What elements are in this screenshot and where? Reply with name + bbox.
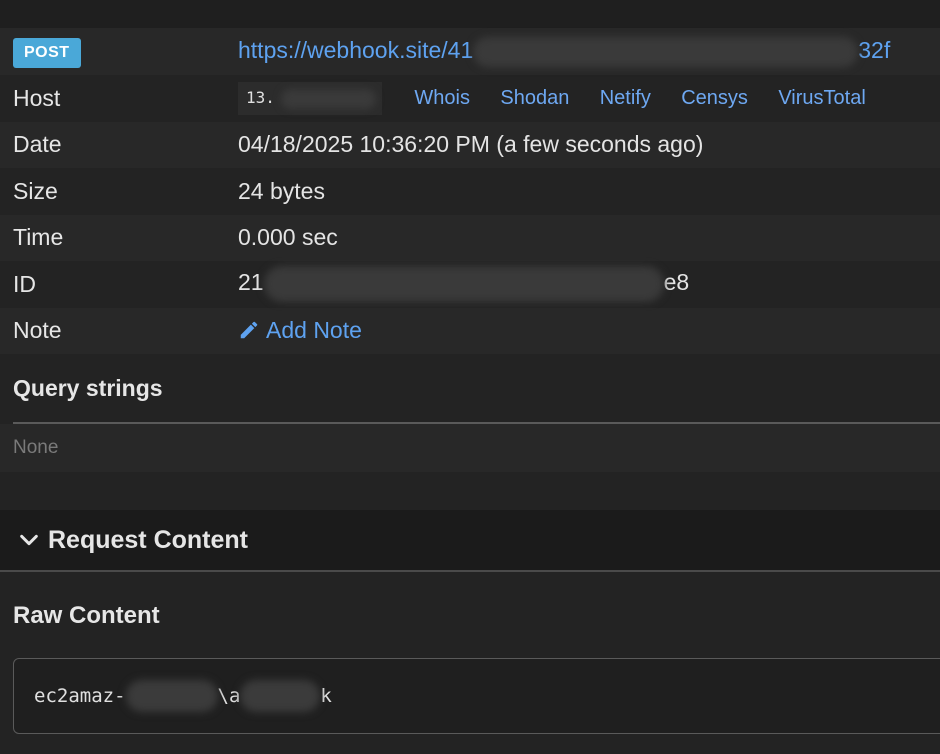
- url-start: https://webhook.site/41: [238, 36, 474, 63]
- raw-part-2: \a: [217, 685, 241, 707]
- host-address: 13.: [238, 82, 382, 115]
- raw-part-3: k: [320, 685, 332, 707]
- date-label: Date: [13, 131, 62, 158]
- method-badge: POST: [13, 37, 81, 68]
- netify-link[interactable]: Netify: [600, 87, 651, 109]
- shodan-link[interactable]: Shodan: [500, 87, 569, 109]
- size-value: 24 bytes: [238, 177, 325, 204]
- request-url-link[interactable]: https://webhook.site/41 32f: [238, 36, 891, 67]
- request-url-row: POST https://webhook.site/41 32f: [0, 28, 940, 75]
- raw-content-box[interactable]: ec2amaz- \a k: [13, 658, 940, 734]
- request-content-toggle[interactable]: Request Content: [0, 510, 940, 572]
- raw-content-heading: Raw Content: [13, 602, 160, 629]
- url-redacted: [473, 36, 859, 67]
- raw-redacted-1: [125, 680, 218, 712]
- query-strings-empty: None: [0, 424, 940, 472]
- size-row: Size 24 bytes: [0, 168, 940, 215]
- id-row: ID 21 e8: [0, 261, 940, 308]
- add-note-label: Add Note: [266, 317, 362, 344]
- top-padding: [0, 0, 940, 28]
- size-label: Size: [13, 177, 58, 204]
- pencil-icon: [240, 321, 258, 339]
- request-content-title: Request Content: [48, 525, 248, 554]
- id-end: e8: [663, 269, 690, 296]
- host-label: Host: [13, 84, 61, 111]
- raw-redacted-2: [240, 680, 321, 712]
- add-note-link[interactable]: Add Note: [238, 317, 362, 343]
- id-redacted: [263, 266, 664, 303]
- censys-link[interactable]: Censys: [681, 87, 748, 109]
- date-row: Date 04/18/2025 10:36:20 PM (a few secon…: [0, 121, 940, 168]
- virustotal-link[interactable]: VirusTotal: [778, 87, 865, 109]
- id-start: 21: [238, 269, 264, 296]
- id-label: ID: [13, 270, 36, 297]
- time-value: 0.000 sec: [238, 224, 338, 251]
- host-redacted: [280, 88, 376, 109]
- query-strings-heading: Query strings: [13, 374, 163, 401]
- time-row: Time 0.000 sec: [0, 214, 940, 261]
- whois-link[interactable]: Whois: [414, 87, 470, 109]
- time-label: Time: [13, 224, 64, 251]
- note-row: Note Add Note: [0, 307, 940, 354]
- note-label: Note: [13, 317, 62, 344]
- host-row: Host 13. Whois Shodan Netify Censys Viru…: [0, 75, 940, 122]
- raw-part-1: ec2amaz-: [34, 685, 126, 707]
- url-end: 32f: [858, 36, 891, 63]
- date-value: 04/18/2025 10:36:20 PM (a few seconds ag…: [238, 131, 704, 158]
- chevron-down-icon: [20, 534, 38, 546]
